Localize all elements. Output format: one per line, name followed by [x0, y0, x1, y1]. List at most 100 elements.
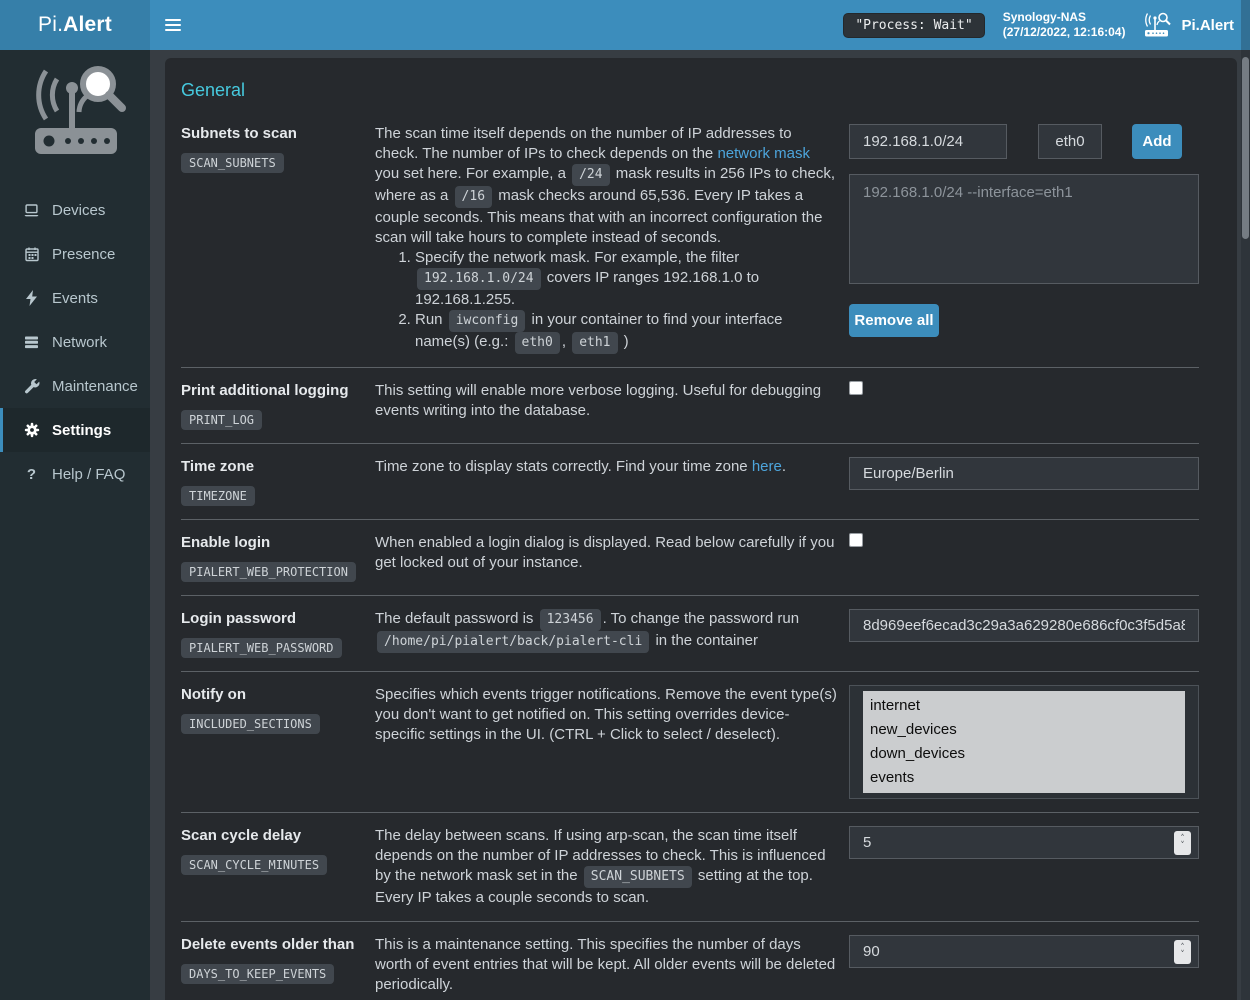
settings-row-days-to-keep: Delete events older thanDAYS_TO_KEEP_EVE…: [181, 921, 1199, 1000]
brand-pre: Pi.: [38, 13, 63, 37]
desc-link[interactable]: network mask: [717, 145, 810, 162]
inline-code: SCAN_SUBNETS: [584, 866, 692, 888]
subnet-list-textarea[interactable]: [849, 174, 1199, 284]
scan-cycle-control: ˄˅: [849, 826, 1199, 908]
bolt-icon: [23, 290, 40, 306]
host-timestamp: (27/12/2022, 12:16:04): [1003, 25, 1126, 40]
sidebar-item-events[interactable]: Events: [0, 276, 150, 320]
print-log-control: [849, 381, 1199, 430]
host-name: Synology-NAS: [1003, 10, 1126, 25]
setting-code-badge: PRINT_LOG: [181, 410, 262, 430]
sidebar-item-label: Events: [52, 290, 98, 307]
print-log-checkbox[interactable]: [849, 381, 863, 395]
instruction-item: Specify the network mask. For example, t…: [415, 248, 837, 310]
multiselect-option-new_devices[interactable]: new_devices: [863, 718, 1185, 742]
desc-text: This is a maintenance setting. This spec…: [375, 936, 835, 993]
setting-description: Specifies which events trigger notificat…: [375, 685, 849, 799]
desc-text: When enabled a login dialog is displayed…: [375, 534, 834, 571]
setting-label: Login password: [181, 609, 375, 629]
inline-code: 192.168.1.0/24: [417, 268, 541, 290]
scrollbar-thumb[interactable]: [1242, 57, 1249, 239]
multiselect-option-internet[interactable]: internet: [863, 694, 1185, 718]
setting-description: The default password is 123456. To chang…: [375, 609, 849, 658]
web-protection-control: [849, 533, 1199, 582]
sidebar-toggle-button[interactable]: [150, 0, 196, 50]
number-spinner[interactable]: ˄˅: [1174, 940, 1191, 964]
scan-cycle-number-input[interactable]: [849, 826, 1199, 859]
timezone-input[interactable]: [849, 457, 1199, 490]
desc-link[interactable]: here: [752, 458, 782, 475]
desc-text: .: [782, 458, 786, 475]
sidebar-item-label: Help / FAQ: [52, 466, 125, 483]
navbar-app[interactable]: Pi.Alert: [1143, 12, 1234, 38]
remove-all-subnets-button[interactable]: Remove all: [849, 304, 939, 337]
days-to-keep-number-input[interactable]: [849, 935, 1199, 968]
add-subnet-button[interactable]: Add: [1132, 124, 1182, 159]
included-sections-multiselect[interactable]: internetnew_devicesdown_devicesevents: [849, 685, 1199, 799]
main-content: Settings GeneralSubnets to scanSCAN_SUBN…: [150, 0, 1250, 1000]
inline-code: /16: [455, 186, 492, 208]
router-scan-logo-icon: [21, 66, 129, 166]
settings-row-included-sections: Notify on INCLUDED_SECTIONS Specifies whic…: [181, 671, 1199, 812]
number-spinner[interactable]: ˄˅: [1174, 831, 1191, 855]
sidebar-item-label: Devices: [52, 202, 105, 219]
desc-text: you set here. For example, a: [375, 165, 570, 182]
setting-label-col: Notify on INCLUDED_SECTIONS: [181, 685, 375, 799]
setting-code-badge: SCAN_SUBNETS: [181, 153, 284, 173]
laptop-icon: [23, 202, 40, 218]
wrench-icon: [23, 378, 40, 394]
web-password-input[interactable]: [849, 609, 1199, 642]
settings-row-timezone: Time zoneTIMEZONETime zone to display st…: [181, 443, 1199, 519]
multiselect-option-down_devices[interactable]: down_devices: [863, 742, 1185, 766]
setting-description: This is a maintenance setting. This spec…: [375, 935, 849, 995]
sidebar-item-network[interactable]: Network: [0, 320, 150, 364]
setting-label: Subnets to scan: [181, 124, 375, 144]
navbar-app-name: Pi.Alert: [1181, 17, 1234, 34]
instruction-item: Run iwconfig in your container to find y…: [415, 310, 837, 354]
web-protection-checkbox[interactable]: [849, 533, 863, 547]
setting-description: The scan time itself depends on the numb…: [375, 124, 849, 354]
sidebar-item-label: Network: [52, 334, 107, 351]
subnet-ip-input[interactable]: [849, 124, 1007, 159]
brand-logo-text[interactable]: Pi.Alert: [0, 0, 150, 50]
setting-code-badge: INCLUDED_SECTIONS: [181, 714, 320, 734]
included-sections-control: internetnew_devicesdown_devicesevents: [849, 685, 1199, 799]
settings-row-scan-subnets: Subnets to scan SCAN_SUBNETS The scan time…: [181, 111, 1199, 367]
sidebar-item-label: Presence: [52, 246, 115, 263]
setting-label-col: Scan cycle delay SCAN_CYCLE_MINUTES: [181, 826, 375, 908]
sidebar-item-devices[interactable]: Devices: [0, 188, 150, 232]
network-icon: [23, 334, 40, 350]
process-status-badge: "Process: Wait": [843, 13, 984, 38]
desc-text: ): [620, 333, 629, 350]
inline-code: /24: [572, 164, 609, 186]
setting-code-badge: TIMEZONE: [181, 486, 255, 506]
panel-general: GeneralSubnets to scanSCAN_SUBNETSThe sc…: [165, 58, 1237, 1000]
sidebar-item-presence[interactable]: Presence: [0, 232, 150, 276]
setting-code-badge: SCAN_CYCLE_MINUTES: [181, 855, 327, 875]
sidebar-item-help-faq[interactable]: ?Help / FAQ: [0, 452, 150, 496]
sidebar-item-maintenance[interactable]: Maintenance: [0, 364, 150, 408]
hamburger-icon: [165, 16, 181, 34]
scrollbar-track[interactable]: [1241, 0, 1250, 1000]
setting-label: Time zone: [181, 457, 375, 477]
calendar-icon: [23, 246, 40, 262]
sidebar-item-settings[interactable]: Settings: [0, 408, 150, 452]
settings-row-web-password: Login passwordPIALERT_WEB_PASSWORDThe de…: [181, 595, 1199, 671]
inline-code: eth1: [572, 332, 617, 354]
brand-bold: Alert: [63, 13, 112, 37]
desc-text: This setting will enable more verbose lo…: [375, 382, 821, 419]
inline-code: iwconfig: [449, 310, 526, 332]
gear-icon: [23, 422, 40, 438]
subnet-interface-input[interactable]: [1038, 124, 1102, 159]
multiselect-option-events[interactable]: events: [863, 766, 1185, 790]
top-navbar: Pi.Alert "Process: Wait" Synology-NAS (2…: [0, 0, 1250, 50]
setting-code-badge: DAYS_TO_KEEP_EVENTS: [181, 964, 334, 984]
setting-code-badge: PIALERT_WEB_PROTECTION: [181, 562, 356, 582]
setting-description: When enabled a login dialog is displayed…: [375, 533, 849, 582]
setting-label: Scan cycle delay: [181, 826, 375, 846]
sidebar-menu: Devices Presence Events Network MaintenanceS…: [0, 188, 150, 496]
setting-label-col: Print additional loggingPRINT_LOG: [181, 381, 375, 430]
setting-label: Notify on: [181, 685, 375, 705]
desc-text: ,: [562, 333, 570, 350]
settings-row-web-protection: Enable loginPIALERT_WEB_PROTECTIONWhen e…: [181, 519, 1199, 595]
